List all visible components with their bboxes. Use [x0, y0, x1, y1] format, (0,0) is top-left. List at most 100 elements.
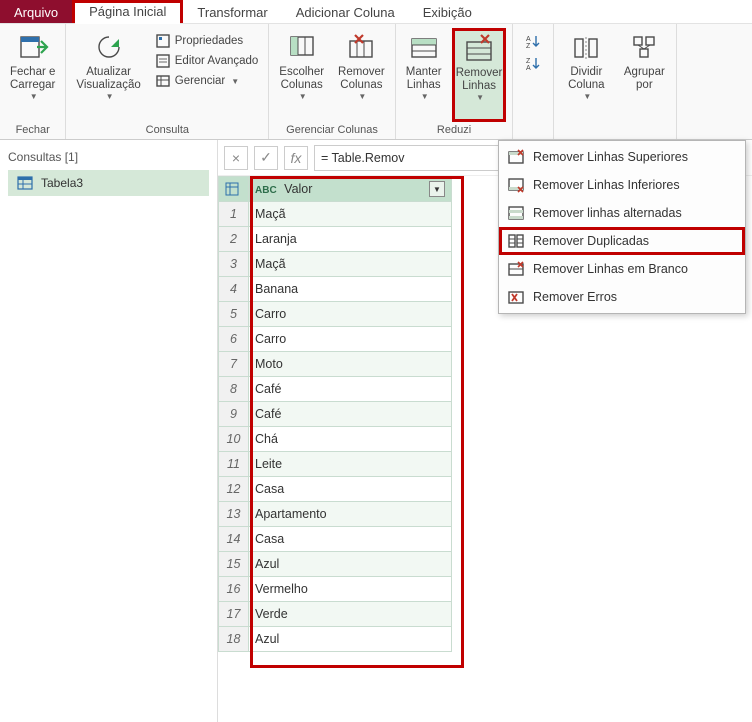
formula-fx-button[interactable]: fx	[284, 146, 308, 170]
cell-value[interactable]: Verde	[249, 602, 452, 627]
fechar-carregar-button[interactable]: Fechar e Carregar ▼	[6, 28, 59, 122]
button-label: Atualizar Visualização	[76, 66, 140, 92]
dropdown-indicator-icon: ▼	[583, 92, 591, 101]
svg-text:Z: Z	[526, 58, 531, 65]
table-row[interactable]: 8Café	[219, 377, 452, 402]
group-label: Reduzi	[402, 122, 507, 139]
table-row[interactable]: 16Vermelho	[219, 577, 452, 602]
remover-colunas-button[interactable]: Remover Colunas ▼	[334, 28, 389, 122]
table-row[interactable]: 14Casa	[219, 527, 452, 552]
menu-label: Remover linhas alternadas	[533, 206, 682, 220]
table-row[interactable]: 9Café	[219, 402, 452, 427]
table-row[interactable]: 5Carro	[219, 302, 452, 327]
group-label	[519, 122, 547, 139]
cell-value[interactable]: Carro	[249, 302, 452, 327]
propriedades-button[interactable]: Propriedades	[151, 32, 263, 50]
cell-value[interactable]: Café	[249, 377, 452, 402]
group-by-icon	[627, 30, 661, 64]
formula-cancel-button[interactable]: ×	[224, 146, 248, 170]
row-number: 1	[219, 202, 249, 227]
menu-remover-branco[interactable]: Remover Linhas em Branco	[499, 255, 745, 283]
row-number: 2	[219, 227, 249, 252]
table-row[interactable]: 6Carro	[219, 327, 452, 352]
cell-value[interactable]: Vermelho	[249, 577, 452, 602]
table-row[interactable]: 15Azul	[219, 552, 452, 577]
table-row[interactable]: 2Laranja	[219, 227, 452, 252]
tab-adicionar-coluna[interactable]: Adicionar Coluna	[282, 0, 409, 23]
dividir-coluna-button[interactable]: Dividir Coluna ▼	[560, 28, 612, 122]
menu-remover-duplicadas[interactable]: Remover Duplicadas	[499, 227, 745, 255]
cell-value[interactable]: Banana	[249, 277, 452, 302]
cell-value[interactable]: Azul	[249, 627, 452, 652]
group-linhas: Manter Linhas ▼ Remover Linhas ▼ Reduzi	[396, 24, 514, 139]
table-row[interactable]: 11Leite	[219, 452, 452, 477]
atualizar-button[interactable]: Atualizar Visualização ▼	[72, 28, 144, 122]
table-row[interactable]: 10Chá	[219, 427, 452, 452]
table-row[interactable]: 3Maçã	[219, 252, 452, 277]
escolher-colunas-button[interactable]: Escolher Colunas ▼	[275, 28, 328, 122]
cell-value[interactable]: Carro	[249, 327, 452, 352]
cell-value[interactable]: Chá	[249, 427, 452, 452]
tab-exibicao[interactable]: Exibição	[409, 0, 486, 23]
tab-pagina-inicial[interactable]: Página Inicial	[72, 0, 183, 23]
remove-columns-icon	[344, 30, 378, 64]
sort-desc-button[interactable]: ZA	[519, 54, 547, 72]
menu-label: Remover Linhas em Branco	[533, 262, 688, 276]
query-item[interactable]: Tabela3	[8, 170, 209, 196]
table-corner[interactable]	[219, 177, 249, 202]
group-consulta: Atualizar Visualização ▼ Propriedades Ed…	[66, 24, 269, 139]
menu-remover-erros[interactable]: Remover Erros	[499, 283, 745, 311]
table-row[interactable]: 4Banana	[219, 277, 452, 302]
tab-transformar[interactable]: Transformar	[183, 0, 281, 23]
remove-rows-icon	[462, 31, 496, 65]
tab-arquivo[interactable]: Arquivo	[0, 0, 72, 23]
table-row[interactable]: 18Azul	[219, 627, 452, 652]
table-row[interactable]: 13Apartamento	[219, 502, 452, 527]
cell-value[interactable]: Maçã	[249, 202, 452, 227]
cell-value[interactable]: Café	[249, 402, 452, 427]
table-row[interactable]: 12Casa	[219, 477, 452, 502]
cell-value[interactable]: Maçã	[249, 252, 452, 277]
row-number: 15	[219, 552, 249, 577]
row-number: 6	[219, 327, 249, 352]
cell-value[interactable]: Casa	[249, 527, 452, 552]
remove-alternate-rows-icon	[507, 204, 525, 222]
formula-text: = Table.Remov	[321, 151, 405, 165]
table-row[interactable]: 1Maçã	[219, 202, 452, 227]
remove-duplicates-icon	[507, 232, 525, 250]
button-label: Escolher Colunas	[279, 66, 324, 92]
menu-remover-alternadas[interactable]: Remover linhas alternadas	[499, 199, 745, 227]
remover-linhas-button[interactable]: Remover Linhas ▼	[452, 28, 507, 122]
row-number: 7	[219, 352, 249, 377]
agrupar-por-button[interactable]: Agrupar por	[618, 28, 670, 122]
cell-value[interactable]: Moto	[249, 352, 452, 377]
group-transform: Dividir Coluna ▼ Agrupar por	[553, 24, 677, 139]
menu-remover-superiores[interactable]: Remover Linhas Superiores	[499, 143, 745, 171]
cell-value[interactable]: Leite	[249, 452, 452, 477]
cell-value[interactable]: Casa	[249, 477, 452, 502]
formula-accept-button[interactable]: ✓	[254, 146, 278, 170]
ribbon: Fechar e Carregar ▼ Fechar Atualizar Vis…	[0, 24, 752, 140]
manter-linhas-button[interactable]: Manter Linhas ▼	[402, 28, 446, 122]
button-label: Propriedades	[175, 35, 243, 47]
menu-remover-inferiores[interactable]: Remover Linhas Inferiores	[499, 171, 745, 199]
table-row[interactable]: 17Verde	[219, 602, 452, 627]
button-label: Dividir Coluna	[568, 66, 604, 92]
keep-rows-icon	[407, 30, 441, 64]
row-number: 5	[219, 302, 249, 327]
cell-value[interactable]: Azul	[249, 552, 452, 577]
column-header[interactable]: ABC Valor ▼	[249, 177, 452, 202]
row-number: 12	[219, 477, 249, 502]
gerenciar-button[interactable]: Gerenciar ▼	[151, 72, 263, 90]
table-row[interactable]: 7Moto	[219, 352, 452, 377]
sort-asc-button[interactable]: AZ	[519, 32, 547, 50]
cell-value[interactable]: Apartamento	[249, 502, 452, 527]
tab-strip: Arquivo Página Inicial Transformar Adici…	[0, 0, 752, 24]
cell-value[interactable]: Laranja	[249, 227, 452, 252]
type-indicator: ABC	[255, 185, 277, 196]
remove-top-rows-icon	[507, 148, 525, 166]
column-filter-button[interactable]: ▼	[429, 181, 445, 197]
svg-text:A: A	[526, 36, 531, 43]
editor-avancado-button[interactable]: Editor Avançado	[151, 52, 263, 70]
row-number: 13	[219, 502, 249, 527]
